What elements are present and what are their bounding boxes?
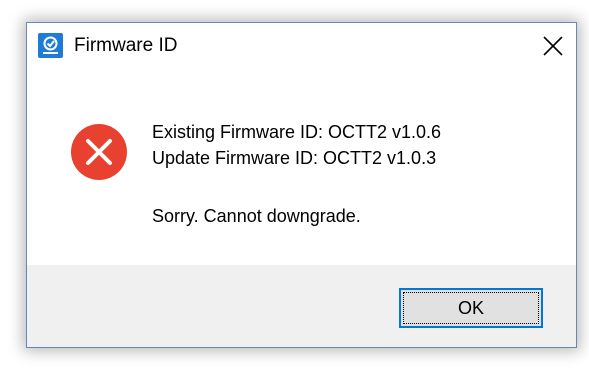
- ok-button[interactable]: OK: [399, 288, 543, 328]
- window-title: Firmware ID: [74, 35, 178, 56]
- close-button[interactable]: [530, 23, 576, 69]
- update-firmware-text: Update Firmware ID: OCTT2 v1.0.3: [152, 148, 437, 168]
- button-bar: OK: [27, 265, 576, 347]
- error-message-text: Sorry. Cannot downgrade.: [152, 206, 361, 226]
- app-logo-icon: [38, 33, 63, 58]
- error-icon: [70, 123, 128, 181]
- ok-button-label: OK: [457, 298, 484, 318]
- message-area: Existing Firmware ID: OCTT2 v1.0.6 Updat…: [27, 69, 576, 265]
- existing-firmware-text: Existing Firmware ID: OCTT2 v1.0.6: [152, 122, 442, 142]
- firmware-id-dialog: Firmware ID Existing Firmware ID: OCTT2 …: [26, 22, 577, 348]
- title-bar[interactable]: Firmware ID: [27, 23, 576, 69]
- close-icon: [543, 36, 563, 56]
